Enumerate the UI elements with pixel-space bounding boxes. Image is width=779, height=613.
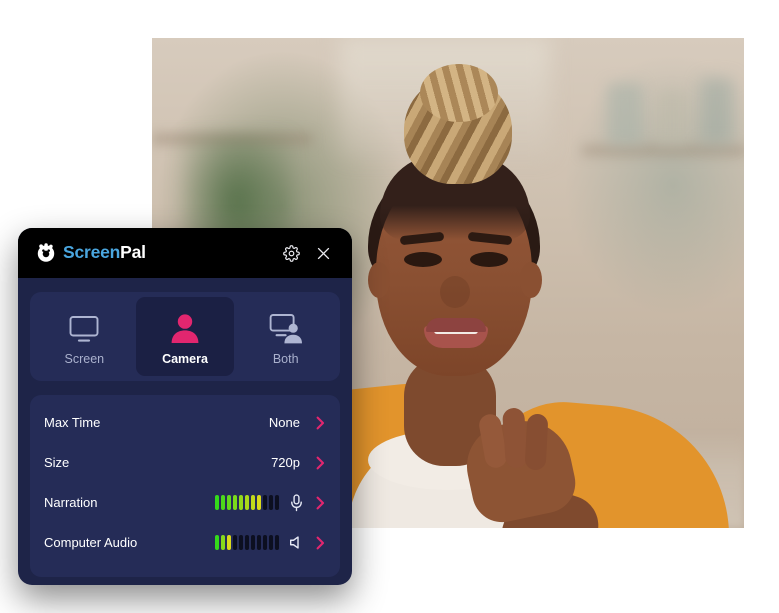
meter-bar xyxy=(245,495,249,510)
chevron-right-icon[interactable] xyxy=(314,416,326,430)
brand-name-part1: Screen xyxy=(63,242,121,263)
setting-row-max-time[interactable]: Max Time None xyxy=(44,403,326,443)
screenpal-logo-icon xyxy=(36,243,56,263)
nose xyxy=(440,276,470,308)
recorder-settings-list: Max Time None Size 720p Narration Comput… xyxy=(30,394,340,577)
mode-tab-both-label: Both xyxy=(272,352,299,366)
eye-left xyxy=(404,252,442,267)
chevron-right-icon[interactable] xyxy=(314,456,326,470)
meter-bar xyxy=(263,535,267,550)
meter-bar xyxy=(245,535,249,550)
meter-bar xyxy=(239,535,243,550)
microphone-icon[interactable] xyxy=(288,493,304,512)
brand-name: ScreenPal xyxy=(63,244,146,262)
upper-lip xyxy=(426,318,486,332)
finger xyxy=(524,413,549,471)
chevron-right-icon[interactable] xyxy=(314,496,326,510)
setting-row-computer-audio[interactable]: Computer Audio xyxy=(44,523,326,563)
monitor-person-icon xyxy=(268,310,304,344)
meter-bar xyxy=(257,535,261,550)
meter-bar xyxy=(233,495,237,510)
setting-label: Narration xyxy=(44,495,98,510)
computer-audio-level-meter xyxy=(215,535,279,550)
ear-right xyxy=(520,262,542,298)
meter-bar xyxy=(251,535,255,550)
meter-bar xyxy=(275,535,279,550)
setting-row-size[interactable]: Size 720p xyxy=(44,443,326,483)
meter-bar xyxy=(239,495,243,510)
meter-bar xyxy=(275,495,279,510)
screenpal-recorder-panel: ScreenPal Screen Camera Both Max Time No… xyxy=(18,228,352,585)
speaker-icon[interactable] xyxy=(288,534,304,552)
ear-left xyxy=(368,262,390,298)
mode-tab-screen[interactable]: Screen xyxy=(35,297,134,376)
meter-bar xyxy=(257,495,261,510)
mode-tab-both[interactable]: Both xyxy=(236,297,335,376)
setting-row-narration[interactable]: Narration xyxy=(44,483,326,523)
meter-bar xyxy=(221,495,225,510)
meter-bar xyxy=(263,495,267,510)
mode-tab-camera[interactable]: Camera xyxy=(135,297,235,376)
setting-value: None xyxy=(268,415,300,430)
setting-value: 720p xyxy=(271,455,300,470)
meter-bar xyxy=(269,495,273,510)
meter-bar xyxy=(269,535,273,550)
setting-label: Size xyxy=(44,455,70,470)
brand-logo: ScreenPal xyxy=(36,243,146,263)
capture-mode-tabs: Screen Camera Both xyxy=(30,292,340,381)
meter-bar xyxy=(233,535,237,550)
monitor-icon xyxy=(67,310,101,344)
meter-bar xyxy=(221,535,225,550)
close-icon[interactable] xyxy=(310,240,336,266)
gear-icon[interactable] xyxy=(278,240,304,266)
meter-bar xyxy=(251,495,255,510)
recorder-titlebar: ScreenPal xyxy=(18,228,352,278)
setting-label: Max Time xyxy=(44,415,101,430)
mode-tab-screen-label: Screen xyxy=(64,352,105,366)
meter-bar xyxy=(227,495,231,510)
narration-level-meter xyxy=(215,495,279,510)
mode-tab-camera-label: Camera xyxy=(162,352,208,366)
hair-bun-top xyxy=(420,64,498,122)
meter-bar xyxy=(215,535,219,550)
meter-bar xyxy=(215,495,219,510)
recorder-body: Screen Camera Both Max Time None Size 72… xyxy=(18,278,352,585)
brand-name-part2: Pal xyxy=(120,242,146,263)
meter-bar xyxy=(227,535,231,550)
person-icon xyxy=(168,310,202,344)
chevron-right-icon[interactable] xyxy=(314,536,326,550)
eye-right xyxy=(470,252,508,267)
setting-label: Computer Audio xyxy=(44,535,138,550)
